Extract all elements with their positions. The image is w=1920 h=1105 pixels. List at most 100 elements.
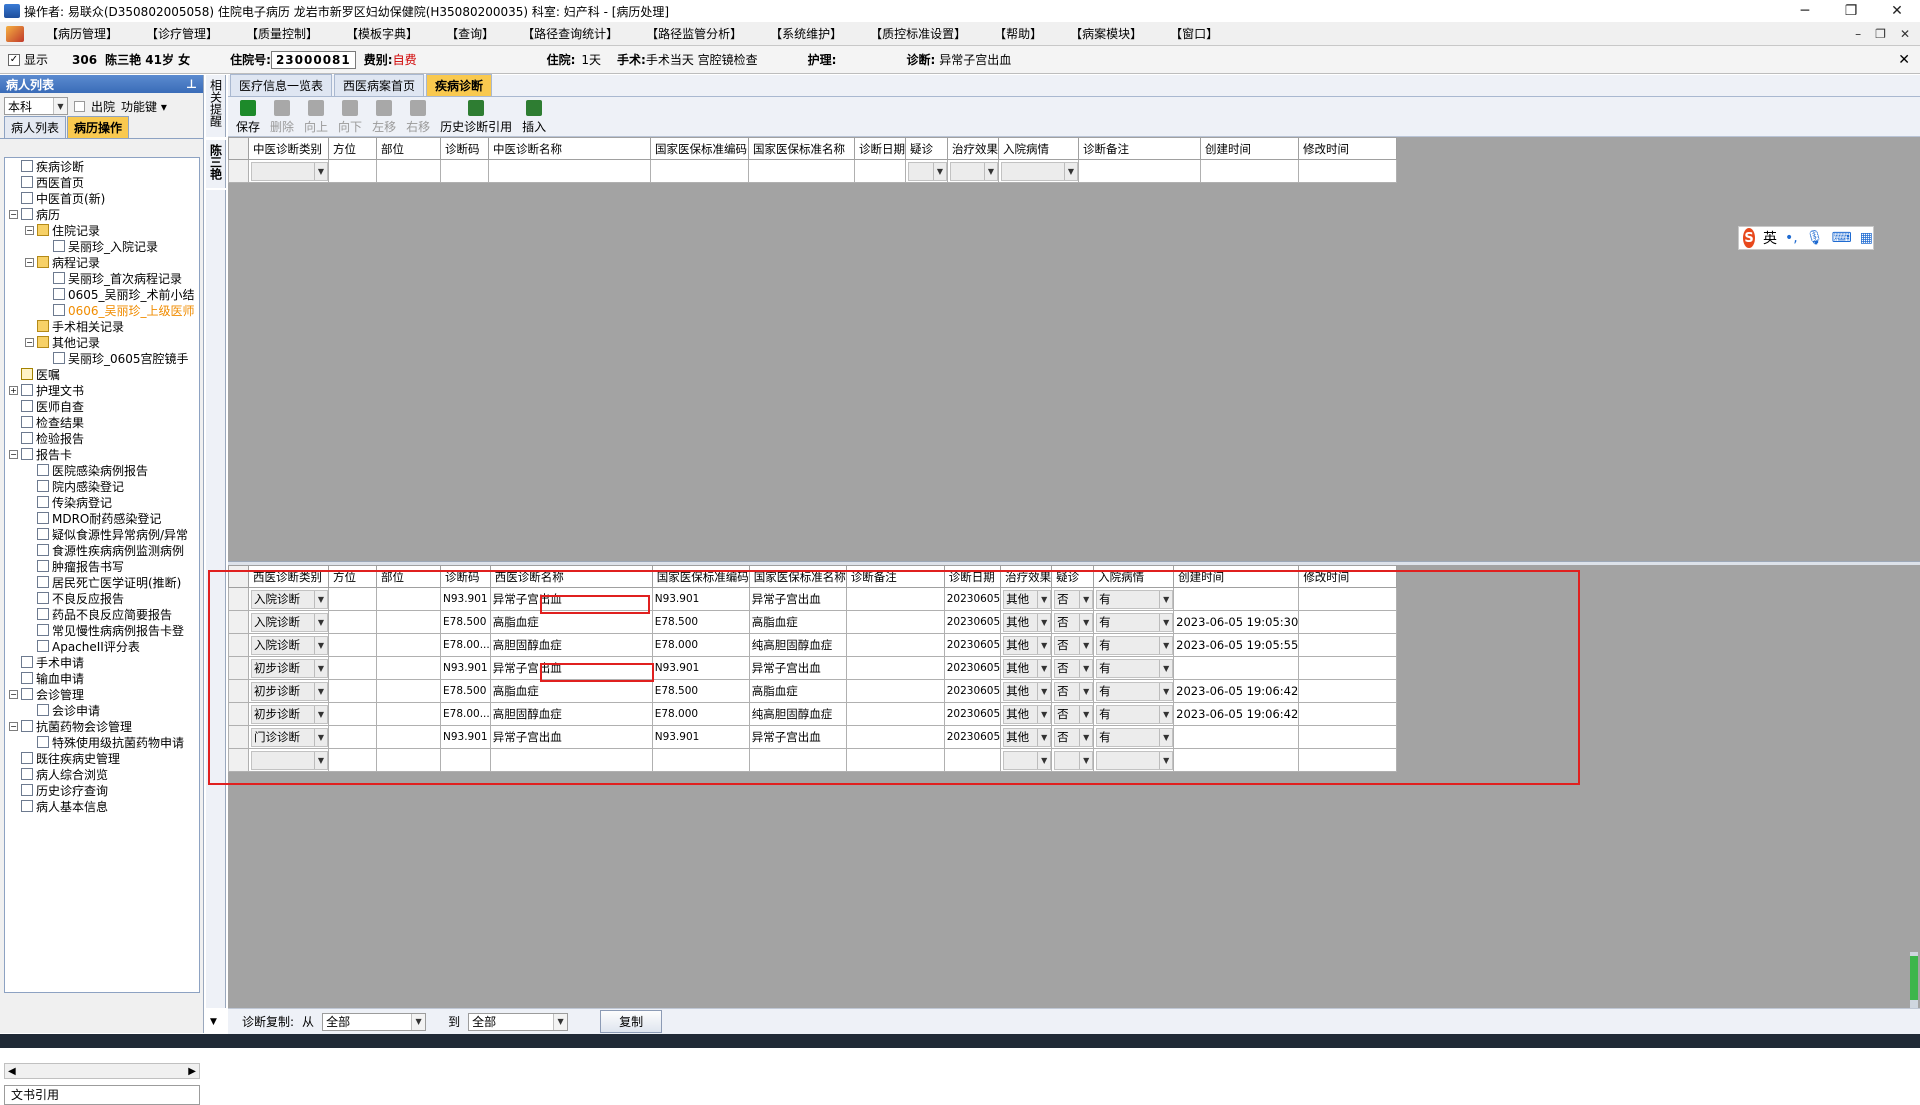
tree-item[interactable]: 院内感染登记 [5,478,199,494]
copy-button[interactable]: 复制 [600,1010,663,1033]
grid-cell[interactable] [650,159,749,183]
tree-item[interactable]: 居民死亡医学证明(推断) [5,574,199,590]
move-left-button[interactable]: 左移 [372,97,396,135]
tree-item[interactable]: 医嘱 [5,366,199,382]
column-header[interactable]: 诊断码 [440,137,489,160]
scroll-left-icon[interactable]: ◀ [8,1066,16,1077]
new-row[interactable]: ▼ ▼ ▼ ▼ [228,159,1397,183]
tree-item[interactable]: 输血申请 [5,670,199,686]
tree-item[interactable]: 手术申请 [5,654,199,670]
menu-item[interactable]: 【路径查询统计】 [508,25,632,42]
tree-item[interactable]: 医院感染病例报告 [5,462,199,478]
patient-name-strip[interactable]: 陈三艳 [206,140,226,188]
select-all-corner[interactable] [228,137,249,160]
tree-item[interactable]: 不良反应报告 [5,590,199,606]
tree-item[interactable]: 医师自查 [5,398,199,414]
menu-item[interactable]: 【病历管理】 [32,25,132,42]
cell-dropdown[interactable]: ▼ [251,161,328,181]
move-right-button[interactable]: 右移 [406,97,430,135]
tree-item[interactable]: 食源性疾病病例监测病例 [5,542,199,558]
tree-item[interactable]: 疾病诊断 [5,158,199,174]
column-header[interactable]: 修改时间 [1298,137,1397,160]
expand-toggle-icon[interactable]: − [25,257,34,267]
copy-to-select[interactable]: 全部 ▼ [468,1012,569,1031]
tree-item[interactable]: 药品不良反应简要报告 [5,606,199,622]
tab-record-operations[interactable]: 病历操作 [67,116,130,138]
tree-item[interactable]: ApacheII评分表 [5,638,199,654]
tree-item[interactable]: MDRO耐药感染登记 [5,510,199,526]
tree-item[interactable]: 会诊申请 [5,702,199,718]
menu-item[interactable]: 【窗口】 [1156,25,1232,42]
expand-toggle-icon[interactable]: − [9,209,18,219]
column-header[interactable]: 诊断日期 [854,137,906,160]
column-header[interactable]: 部位 [376,137,441,160]
grid-cell[interactable] [328,159,377,183]
tree-item[interactable]: − 病程记录 [5,254,199,270]
grid-cell[interactable] [1078,159,1201,183]
department-select[interactable]: 本科 ▼ [4,97,68,115]
column-header[interactable]: 创建时间 [1200,137,1299,160]
tree-item[interactable]: − 其他记录 [5,334,199,350]
restore-button[interactable]: ❐ [1828,0,1874,22]
column-header[interactable]: 国家医保标准名称 [748,137,855,160]
show-checkbox[interactable]: ✓ [8,53,20,66]
tree-item[interactable]: 0606_吴丽珍_上级医师 [5,302,199,318]
expand-toggle-icon[interactable]: − [9,689,18,699]
related-reminders-strip[interactable]: 相关提醒 [206,75,226,137]
column-header[interactable]: 方位 [328,137,377,160]
scroll-right-icon[interactable]: ▶ [188,1066,196,1077]
tree-item[interactable]: − 会诊管理 [5,686,199,702]
tree-item[interactable]: 检验报告 [5,430,199,446]
tree-item[interactable]: 常见慢性病病例报告卡登 [5,622,199,638]
menu-item[interactable]: 【帮助】 [980,25,1056,42]
column-header[interactable]: 入院病情 [998,137,1079,160]
column-header[interactable]: 中医诊断名称 [488,137,651,160]
tree-item[interactable]: − 住院记录 [5,222,199,238]
vertical-scrollbar[interactable] [1910,952,1918,1008]
tree-item[interactable]: 病人综合浏览 [5,766,199,782]
menu-item[interactable]: 【模板字典】 [332,25,432,42]
grid-cell[interactable] [748,159,855,183]
tree-item[interactable]: 中医首页(新) [5,190,199,206]
tree-item[interactable]: 疑似食源性异常病例/异常 [5,526,199,542]
tree-item[interactable]: 传染病登记 [5,494,199,510]
tree-item[interactable]: − 抗菌药物会诊管理 [5,718,199,734]
copy-from-select[interactable]: 全部 ▼ [322,1012,427,1031]
tree-item[interactable]: 手术相关记录 [5,318,199,334]
insert-button[interactable]: 插入 [522,97,546,135]
pin-icon[interactable]: ⊥ [186,77,197,91]
move-up-button[interactable]: 向上 [304,97,328,135]
save-button[interactable]: 保存 [236,97,260,135]
grid-cell[interactable]: ▼ [905,159,948,183]
mdi-close-icon[interactable]: ✕ [1900,27,1910,41]
grid-cell[interactable]: ▼ [998,159,1079,183]
expand-toggle-icon[interactable]: − [9,721,18,731]
grid-cell[interactable] [854,159,906,183]
expand-toggle-icon[interactable]: − [25,225,34,235]
tree-horizontal-scrollbar[interactable]: ◀ ▶ [4,1063,200,1079]
expand-toggle-icon[interactable]: − [25,337,34,347]
menu-item[interactable]: 【系统维护】 [756,25,856,42]
infobar-close-icon[interactable]: ✕ [1898,52,1910,68]
minimize-button[interactable]: ─ [1782,0,1828,22]
microphone-icon[interactable]: 🎙 [1806,230,1824,246]
tree-item[interactable]: 既往疾病史管理 [5,750,199,766]
menu-item[interactable]: 【查询】 [432,25,508,42]
close-button[interactable]: ✕ [1874,0,1920,22]
tree-item[interactable]: 检查结果 [5,414,199,430]
column-header[interactable]: 中医诊断类别 [248,137,329,160]
ime-toolbar[interactable]: S 英 •, 🎙 ⌨ ▦ [1738,226,1874,250]
grid-cell[interactable] [376,159,441,183]
grid-cell[interactable] [1200,159,1299,183]
keyboard-icon[interactable]: ⌨ [1832,230,1852,246]
document-tab[interactable]: 疾病诊断 [426,74,493,96]
delete-button[interactable]: 删除 [270,97,294,135]
menu-item[interactable]: 【病案模块】 [1056,25,1156,42]
tree-item[interactable]: − 报告卡 [5,446,199,462]
menu-item[interactable]: 【质量控制】 [232,25,332,42]
discharge-checkbox[interactable] [74,100,85,112]
strip-down-icon[interactable]: ▼ [210,1017,217,1027]
app-menu-icon[interactable] [6,25,24,42]
grid-cell[interactable] [488,159,651,183]
menu-item[interactable]: 【路径监管分析】 [632,25,756,42]
